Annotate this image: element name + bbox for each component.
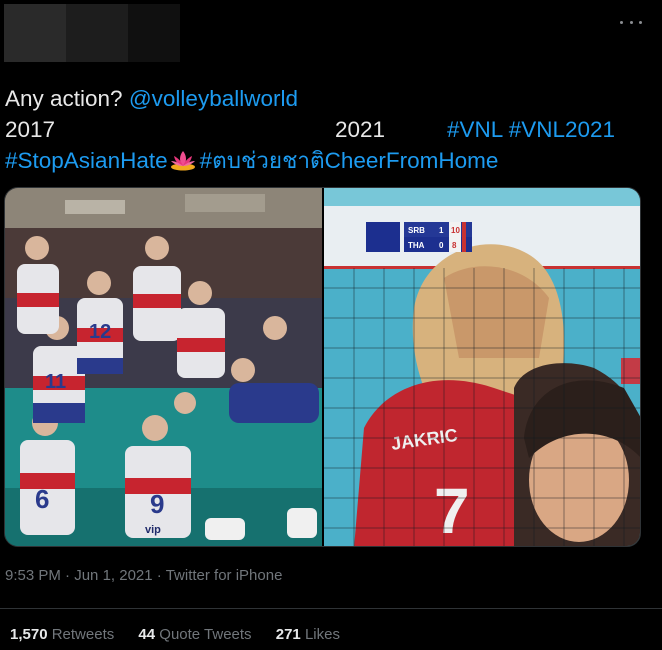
likes-stat[interactable]: 271 Likes <box>276 626 340 643</box>
tweet-line-3: #StopAsianHate #ตบช่วยชาติCheerFromHome <box>5 145 655 176</box>
score-team2-sets: 0 <box>439 241 444 250</box>
score-team1-points: 10 <box>451 226 460 235</box>
retweets-count: 1,570 <box>10 626 48 643</box>
year-right: 2021 <box>335 117 386 142</box>
tweet-source[interactable]: Twitter for iPhone <box>166 567 283 584</box>
more-options-icon[interactable] <box>620 14 642 30</box>
vnl-logo <box>366 222 400 252</box>
likes-label: Likes <box>304 626 340 643</box>
jersey-number-9: 9 <box>150 489 164 519</box>
meta-separator: · <box>156 567 162 584</box>
lotus-emoji-icon <box>170 151 195 171</box>
score-team2: THA <box>408 241 425 250</box>
score-team1: SRB <box>408 226 425 235</box>
avatar[interactable] <box>4 4 66 62</box>
redacted-handle <box>128 4 180 62</box>
sponsor-logo: vip <box>145 524 161 536</box>
score-team1-sets: 1 <box>439 226 444 235</box>
hashtag-stopasianhate-link[interactable]: #StopAsianHate <box>5 148 168 173</box>
mention-link[interactable]: @volleyballworld <box>129 86 298 111</box>
tweet-header <box>0 0 662 70</box>
tweet-media[interactable]: 12 11 6 9 vip 7 JAKRIC SRB THA 1 0 10 8 <box>4 187 641 547</box>
year-left: 2017 <box>5 117 56 142</box>
tweet-date[interactable]: Jun 1, 2021 <box>74 567 152 584</box>
score-team2-points: 8 <box>452 241 457 250</box>
redacted-author-block[interactable] <box>4 4 180 62</box>
quote-tweets-label: Quote Tweets <box>159 626 252 643</box>
retweets-stat[interactable]: 1,570 Retweets <box>10 626 114 643</box>
jersey-number-12: 12 <box>89 321 111 343</box>
match-photo-2021[interactable]: 7 JAKRIC SRB THA 1 0 10 8 <box>324 188 640 547</box>
jersey-number-11: 11 <box>45 371 66 393</box>
quote-tweets-count: 44 <box>138 626 156 643</box>
tweet-line-2: 2017 2021 #VNL #VNL2021 <box>5 114 655 145</box>
tweet-metadata: 9:53 PM · Jun 1, 2021 · Twitter for iPho… <box>5 567 282 584</box>
divider <box>0 608 662 609</box>
redacted-name <box>66 4 128 62</box>
tweet-line-1: Any action? @volleyballworld <box>5 83 655 114</box>
meta-separator: · <box>65 567 71 584</box>
tweet-time[interactable]: 9:53 PM <box>5 567 61 584</box>
hashtag-vnl-links[interactable]: #VNL #VNL2021 <box>447 114 615 145</box>
retweets-label: Retweets <box>51 626 115 643</box>
hashtag-cheerfromhome-link[interactable]: #ตบช่วยชาติCheerFromHome <box>200 148 499 173</box>
match-photo-illustration: 7 JAKRIC SRB THA 1 0 10 8 <box>324 188 640 547</box>
jersey-number-7: 7 <box>434 475 470 547</box>
team-photo-illustration: 12 11 6 9 vip <box>5 188 322 546</box>
team-photo-2017[interactable]: 12 11 6 9 vip <box>5 188 322 546</box>
jersey-number-6: 6 <box>35 484 49 514</box>
quote-tweets-stat[interactable]: 44 Quote Tweets <box>138 626 251 643</box>
tweet-text-intro: Any action? <box>5 86 129 111</box>
scoreboard-overlay: SRB THA 1 0 10 8 <box>366 222 472 252</box>
likes-count: 271 <box>275 626 301 643</box>
tweet-stats: 1,570 Retweets 44 Quote Tweets 271 Likes <box>10 626 360 643</box>
tweet-text: Any action? @volleyballworld 2017 2021 #… <box>5 83 655 176</box>
